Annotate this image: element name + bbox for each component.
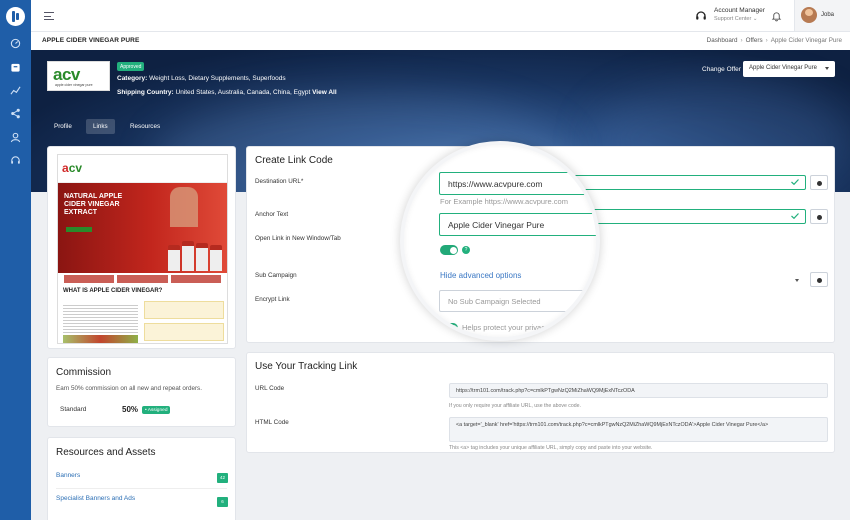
encrypt-link-hint: Helps protect your privacy — [462, 323, 549, 332]
commission-description: Earn 50% commission on all new and repea… — [56, 385, 202, 392]
resources-title: Resources and Assets — [56, 447, 156, 458]
gear-icon — [817, 214, 822, 220]
dashboard-icon[interactable] — [10, 38, 21, 49]
tab-resources[interactable]: Resources — [130, 119, 160, 134]
assigned-badge: • Assigned — [142, 406, 171, 414]
resource-link-banners[interactable]: Banners — [56, 472, 80, 479]
offer-preview-card: acv NATURAL APPLE CIDER VINEGAR EXTRACT … — [47, 146, 236, 349]
change-offer-select[interactable]: Apple Cider Vinegar Pure — [743, 61, 835, 77]
app-logo-icon[interactable] — [6, 7, 25, 26]
tracking-link-card: Use Your Tracking Link URL Code https://… — [246, 352, 835, 453]
commission-title: Commission — [56, 367, 112, 378]
new-window-label: Open Link in New Window/Tab — [255, 235, 341, 242]
chevron-down-icon — [795, 279, 799, 282]
breadcrumb-offers[interactable]: Offers — [746, 37, 763, 44]
left-sidebar — [0, 0, 31, 520]
resource-count-badge: 42 — [217, 473, 228, 483]
tab-profile[interactable]: Profile — [54, 119, 72, 134]
magnified-destination-hint: For Example https://www.acvpure.com — [440, 197, 568, 206]
offer-logo-text: acv — [53, 65, 80, 84]
support-center-link: Support Center ⌄ — [714, 16, 758, 22]
anchor-options-button[interactable] — [810, 209, 828, 224]
sub-campaign-options-button[interactable] — [810, 272, 828, 287]
offer-logo-subtext: apple cider vinegar pure — [55, 83, 93, 87]
preview-section-title: WHAT IS APPLE CIDER VINEGAR? — [63, 288, 163, 294]
commission-plan-label: Standard — [60, 406, 87, 413]
offer-category: Category: Weight Loss, Dietary Supplemen… — [117, 75, 286, 82]
create-link-title: Create Link Code — [255, 155, 333, 166]
share-icon[interactable] — [10, 108, 21, 119]
breadcrumb: Dashboard › Offers › Apple Cider Vinegar Pur… — [706, 37, 842, 44]
html-code-field[interactable]: <a target='_blank' href='https://trm101.… — [449, 417, 828, 442]
breadcrumb-dashboard[interactable]: Dashboard — [707, 37, 738, 44]
avatar — [801, 7, 817, 23]
gear-icon — [817, 180, 822, 186]
offer-shipping: Shipping Country: United States, Austral… — [117, 89, 337, 96]
gear-icon — [817, 277, 822, 283]
sub-campaign-label: Sub Campaign — [255, 272, 297, 279]
html-code-label: HTML Code — [255, 419, 289, 426]
reports-chart-icon[interactable] — [10, 85, 21, 96]
status-badge: Approved — [117, 62, 145, 71]
magnified-destination-field: https://www.acvpure.com — [439, 172, 596, 195]
url-code-field[interactable]: https://trm101.com/track.php?c=cmlkPTgwN… — [449, 383, 828, 398]
offer-logo: acv apple cider vinegar pure — [47, 61, 110, 91]
destination-url-label: Destination URL* — [255, 178, 304, 185]
support-headset-icon[interactable] — [10, 155, 21, 166]
help-icon: ? — [462, 246, 470, 254]
user-menu[interactable]: Joba — [794, 0, 850, 31]
account-manager-headset-icon — [696, 11, 706, 20]
user-name: Joba — [821, 12, 835, 18]
account-manager-menu[interactable]: Account Manager Support Center ⌄ — [714, 7, 765, 22]
sub-campaign-select[interactable]: No Sub Campaign Selected — [439, 290, 596, 312]
offers-icon[interactable] — [10, 62, 21, 73]
magnified-new-window-toggle — [440, 245, 458, 255]
tab-links[interactable]: Links — [86, 119, 115, 134]
valid-check-icon — [791, 213, 799, 219]
landing-page-preview-image: acv NATURAL APPLE CIDER VINEGAR EXTRACT … — [57, 154, 228, 344]
html-code-note: This <a> tag includes your unique affili… — [449, 445, 653, 451]
tracking-title: Use Your Tracking Link — [255, 361, 358, 372]
menu-toggle-icon[interactable] — [44, 12, 54, 20]
page-title: APPLE CIDER VINEGAR PURE — [42, 37, 140, 44]
magnifier-overlay: https://www.acvpure.com For Example http… — [400, 141, 600, 341]
encrypt-link-label: Encrypt Link — [255, 296, 290, 303]
resource-count-badge: 6 — [217, 497, 228, 507]
commission-plan-value: 50% — [122, 405, 139, 414]
breadcrumb-current: Apple Cider Vinegar Pure — [770, 37, 842, 44]
resource-link-specialist-banners[interactable]: Specialist Banners and Ads — [56, 495, 135, 502]
change-offer-label: Change Offer — [702, 66, 741, 73]
notifications-bell-icon[interactable] — [771, 10, 782, 22]
destination-options-button[interactable] — [810, 175, 828, 190]
user-icon[interactable] — [10, 132, 21, 143]
url-code-label: URL Code — [255, 385, 285, 392]
view-all-link[interactable]: View All — [312, 89, 337, 96]
magnified-hide-advanced-link: Hide advanced options — [440, 271, 522, 280]
anchor-text-label: Anchor Text — [255, 211, 289, 218]
magnified-anchor-field: Apple Cider Vinegar Pure — [439, 213, 596, 236]
top-bar: Account Manager Support Center ⌄ Joba — [31, 0, 850, 32]
preview-hero-text: NATURAL APPLE CIDER VINEGAR EXTRACT — [64, 193, 123, 216]
chevron-down-icon: ⌄ — [752, 16, 758, 22]
encrypt-link-toggle[interactable] — [440, 323, 458, 333]
valid-check-icon — [791, 179, 799, 185]
resources-card: Resources and Assets Banners 42 Speciali… — [47, 437, 236, 520]
url-code-note: If you only require your affiliate URL, … — [449, 403, 581, 409]
commission-card: Commission Earn 50% commission on all ne… — [47, 357, 236, 427]
page-header: APPLE CIDER VINEGAR PURE Dashboard › Offer… — [31, 32, 850, 50]
account-manager-title: Account Manager — [714, 7, 765, 14]
